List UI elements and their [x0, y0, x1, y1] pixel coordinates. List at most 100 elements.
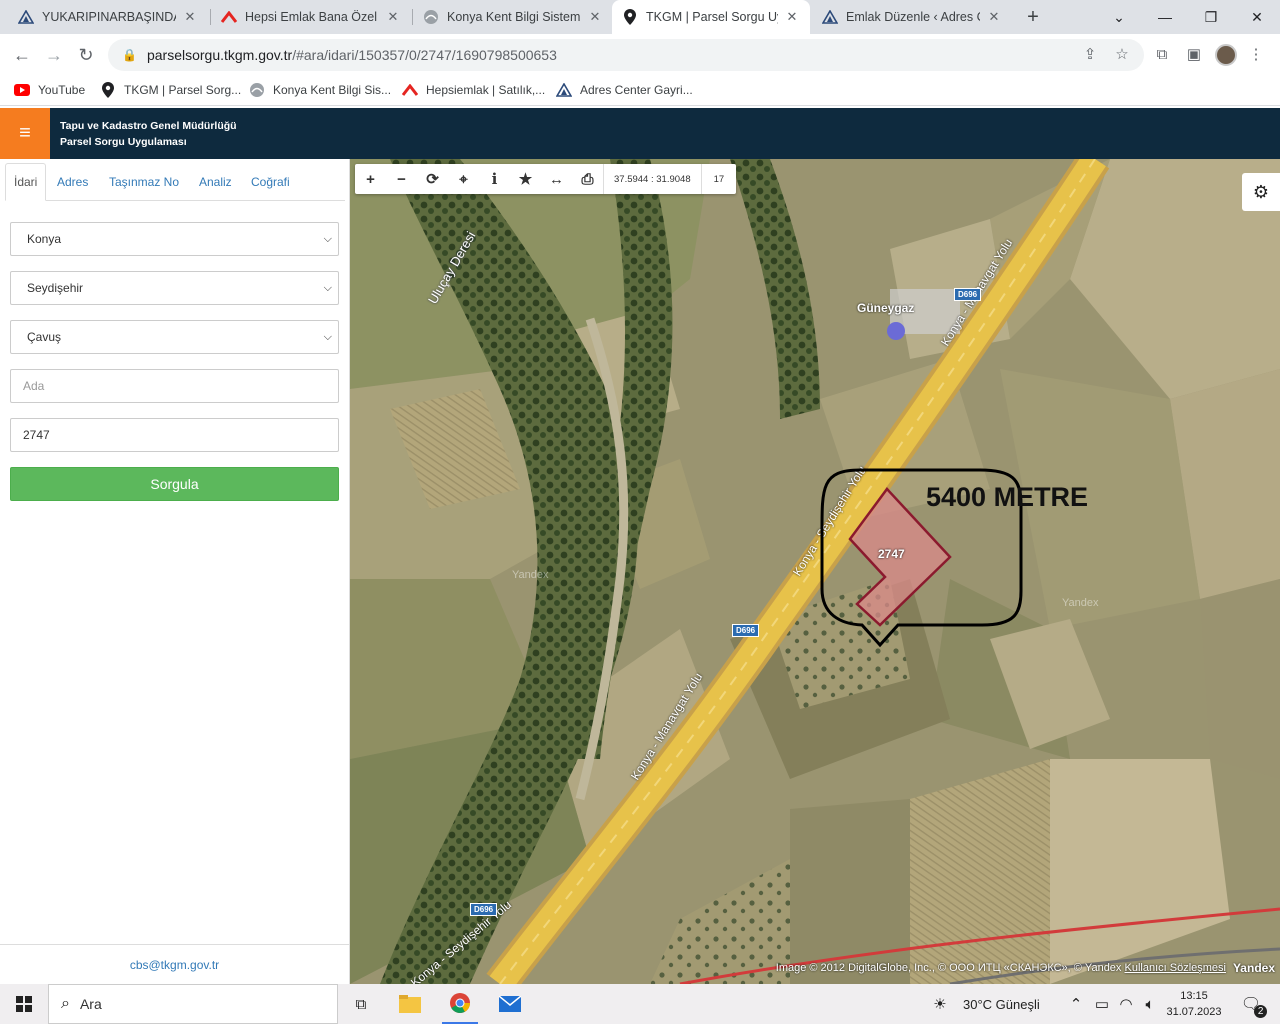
close-icon[interactable]: ✕ [587, 9, 603, 25]
measure-icon[interactable]: ↔ [541, 164, 572, 194]
query-panel: İdari Adres Taşınmaz No Analiz Coğrafi K… [0, 159, 350, 984]
more-menu-icon[interactable]: ⋮ [1244, 42, 1268, 66]
browser-tab-2[interactable]: Hepsi Emlak Bana Özel ✕ [211, 0, 411, 34]
close-icon[interactable]: ✕ [385, 9, 401, 25]
poi-label: Güneygaz [857, 301, 915, 315]
address-bar[interactable]: 🔒 parselsorgu.tkgm.gov.tr/#ara/idari/150… [108, 39, 1144, 71]
share-icon[interactable]: ⇪ [1078, 42, 1102, 66]
distance-annotation: 5400 METRE [926, 482, 1089, 512]
app-title-line1: Tapu ve Kadastro Genel Müdürlüğü [60, 120, 237, 132]
notification-icon[interactable]: 🗨︎ 2 [1236, 984, 1268, 1024]
road-badge: D696 [470, 903, 498, 916]
hamburger-menu-icon[interactable]: ≡ [0, 108, 50, 159]
contact-email[interactable]: cbs@tkgm.gov.tr [0, 944, 349, 984]
reload-button[interactable]: ↻ [73, 42, 99, 68]
parsel-input[interactable]: 2747 [10, 418, 339, 452]
weather-text[interactable]: 30°C Güneşli [963, 984, 1040, 1024]
close-icon[interactable]: ✕ [784, 9, 800, 25]
volume-icon[interactable]: 🔈︎ [1140, 984, 1160, 1024]
road-badge: D696 [954, 288, 982, 301]
bookmark-label: TKGM | Parsel Sorg... [124, 83, 242, 97]
app-title: Tapu ve Kadastro Genel Müdürlüğü Parsel … [60, 118, 237, 150]
tab-analiz[interactable]: Analiz [199, 163, 232, 201]
hepsiemlak-icon [402, 82, 418, 98]
adres-center-icon [556, 82, 572, 98]
sorgula-button[interactable]: Sorgula [10, 467, 339, 501]
bookmark-konya[interactable]: Konya Kent Bilgi Sis... [249, 82, 391, 98]
clock-date: 31.07.2023 [1166, 1006, 1222, 1018]
browser-tab-title: YUKARIPINARBAŞINDA KONYA [42, 10, 176, 24]
bookmark-hepsiemlak[interactable]: Hepsiemlak | Satılık,... [402, 82, 545, 98]
adres-center-icon [822, 9, 838, 25]
taskbar: ⌕ Ara ⧉ ☀ 30°C Güneşli ⌃ ▭ ◠ 🔈︎ 13:15 31… [0, 984, 1280, 1024]
device-icon[interactable]: ▭ [1092, 984, 1112, 1024]
ilce-select-value: Seydişehir [27, 281, 84, 295]
extensions-icon[interactable]: ⧉ [1150, 42, 1174, 66]
close-icon[interactable]: ✕ [986, 9, 1002, 25]
windows-start-icon[interactable] [0, 984, 48, 1024]
taskbar-search-box[interactable]: ⌕ Ara [48, 984, 338, 1024]
parcel-label[interactable]: 2747 [878, 547, 905, 561]
browser-tab-1[interactable]: YUKARIPINARBAŞINDA KONYA ✕ [8, 0, 208, 34]
parsel-input-value: 2747 [23, 428, 50, 442]
close-icon[interactable]: ✕ [182, 9, 198, 25]
bookmark-tkgm[interactable]: TKGM | Parsel Sorg... [100, 82, 241, 98]
tab-search-icon[interactable]: ⌄ [1096, 0, 1142, 34]
mail-icon[interactable] [492, 984, 528, 1024]
browser-tab-strip: YUKARIPINARBAŞINDA KONYA ✕ Hepsi Emlak B… [0, 0, 1280, 34]
browser-tab-title: TKGM | Parsel Sorgu Uygulaması [646, 10, 778, 24]
lock-icon[interactable]: 🔒 [122, 48, 137, 62]
terms-link[interactable]: Kullanıcı Sözleşmesi [1125, 962, 1227, 974]
close-window-button[interactable]: ✕ [1234, 0, 1280, 34]
road-badge: D696 [732, 624, 760, 637]
chevron-up-icon[interactable]: ⌃ [1066, 984, 1086, 1024]
chrome-icon[interactable] [442, 984, 478, 1024]
locate-icon[interactable]: ⌖ [448, 164, 479, 194]
mahalle-select-value: Çavuş [27, 330, 62, 344]
zoom-in-icon[interactable]: + [355, 164, 386, 194]
il-select-value: Konya [27, 232, 62, 246]
forward-button[interactable]: → [41, 42, 67, 68]
print-icon[interactable]: ⎙ [572, 164, 603, 194]
chevron-down-icon: ⌵ [323, 331, 332, 343]
tab-cografi[interactable]: Coğrafi [251, 163, 290, 201]
back-button[interactable]: ← [9, 42, 35, 68]
file-explorer-icon[interactable] [392, 984, 428, 1024]
bookmark-star-icon[interactable]: ☆ [1110, 42, 1134, 66]
wifi-icon[interactable]: ◠ [1116, 984, 1136, 1024]
info-icon[interactable]: i [479, 164, 510, 194]
app-title-line2: Parsel Sorgu Uygulaması [60, 136, 187, 148]
avatar[interactable] [1215, 44, 1237, 66]
restore-button[interactable]: ❐ [1188, 0, 1234, 34]
ilce-select[interactable]: Seydişehir ⌵ [10, 271, 339, 305]
refresh-icon[interactable]: ⟳ [417, 164, 448, 194]
tab-tasinmaz-no[interactable]: Taşınmaz No [109, 163, 179, 201]
bookmark-adres-center[interactable]: Adres Center Gayri... [556, 82, 693, 98]
chevron-down-icon: ⌵ [323, 282, 332, 294]
weather-icon[interactable]: ☀ [928, 984, 952, 1024]
task-view-icon[interactable]: ⧉ [346, 984, 376, 1024]
search-icon: ⌕ [61, 995, 70, 1012]
zoom-level: 17 [700, 164, 737, 194]
browser-tab-3[interactable]: Konya Kent Bilgi Sistemi ✕ [413, 0, 613, 34]
bookmark-youtube[interactable]: YouTube [14, 82, 85, 98]
tab-idari[interactable]: İdari [5, 163, 47, 201]
il-select[interactable]: Konya ⌵ [10, 222, 339, 256]
browser-tab-4[interactable]: TKGM | Parsel Sorgu Uygulaması ✕ [612, 0, 810, 34]
clock-time: 13:15 [1180, 990, 1208, 1002]
browser-tab-5[interactable]: Emlak Düzenle ‹ Adres Center ✕ [812, 0, 1012, 34]
zoom-out-icon[interactable]: − [386, 164, 417, 194]
system-clock[interactable]: 13:15 31.07.2023 [1160, 988, 1228, 1020]
mahalle-select[interactable]: Çavuş ⌵ [10, 320, 339, 354]
gear-icon[interactable]: ⚙ [1242, 173, 1280, 211]
yandex-logo[interactable]: Yandex [1233, 961, 1275, 975]
ada-input[interactable]: Ada [10, 369, 339, 403]
new-tab-button[interactable]: + [1021, 5, 1045, 29]
tab-adres[interactable]: Adres [57, 163, 88, 201]
url-path: /#ara/idari/150357/0/2747/1690798500653 [292, 47, 557, 63]
map-view[interactable]: Uluçay Deresi Güneygaz Konya - Manavgat … [350, 159, 1280, 984]
minimize-button[interactable]: — [1142, 0, 1188, 34]
browser-toolbar: ← → ↻ 🔒 parselsorgu.tkgm.gov.tr/#ara/ida… [0, 34, 1280, 76]
side-panel-icon[interactable]: ▣ [1182, 42, 1206, 66]
star-icon[interactable]: ★ [510, 164, 541, 194]
